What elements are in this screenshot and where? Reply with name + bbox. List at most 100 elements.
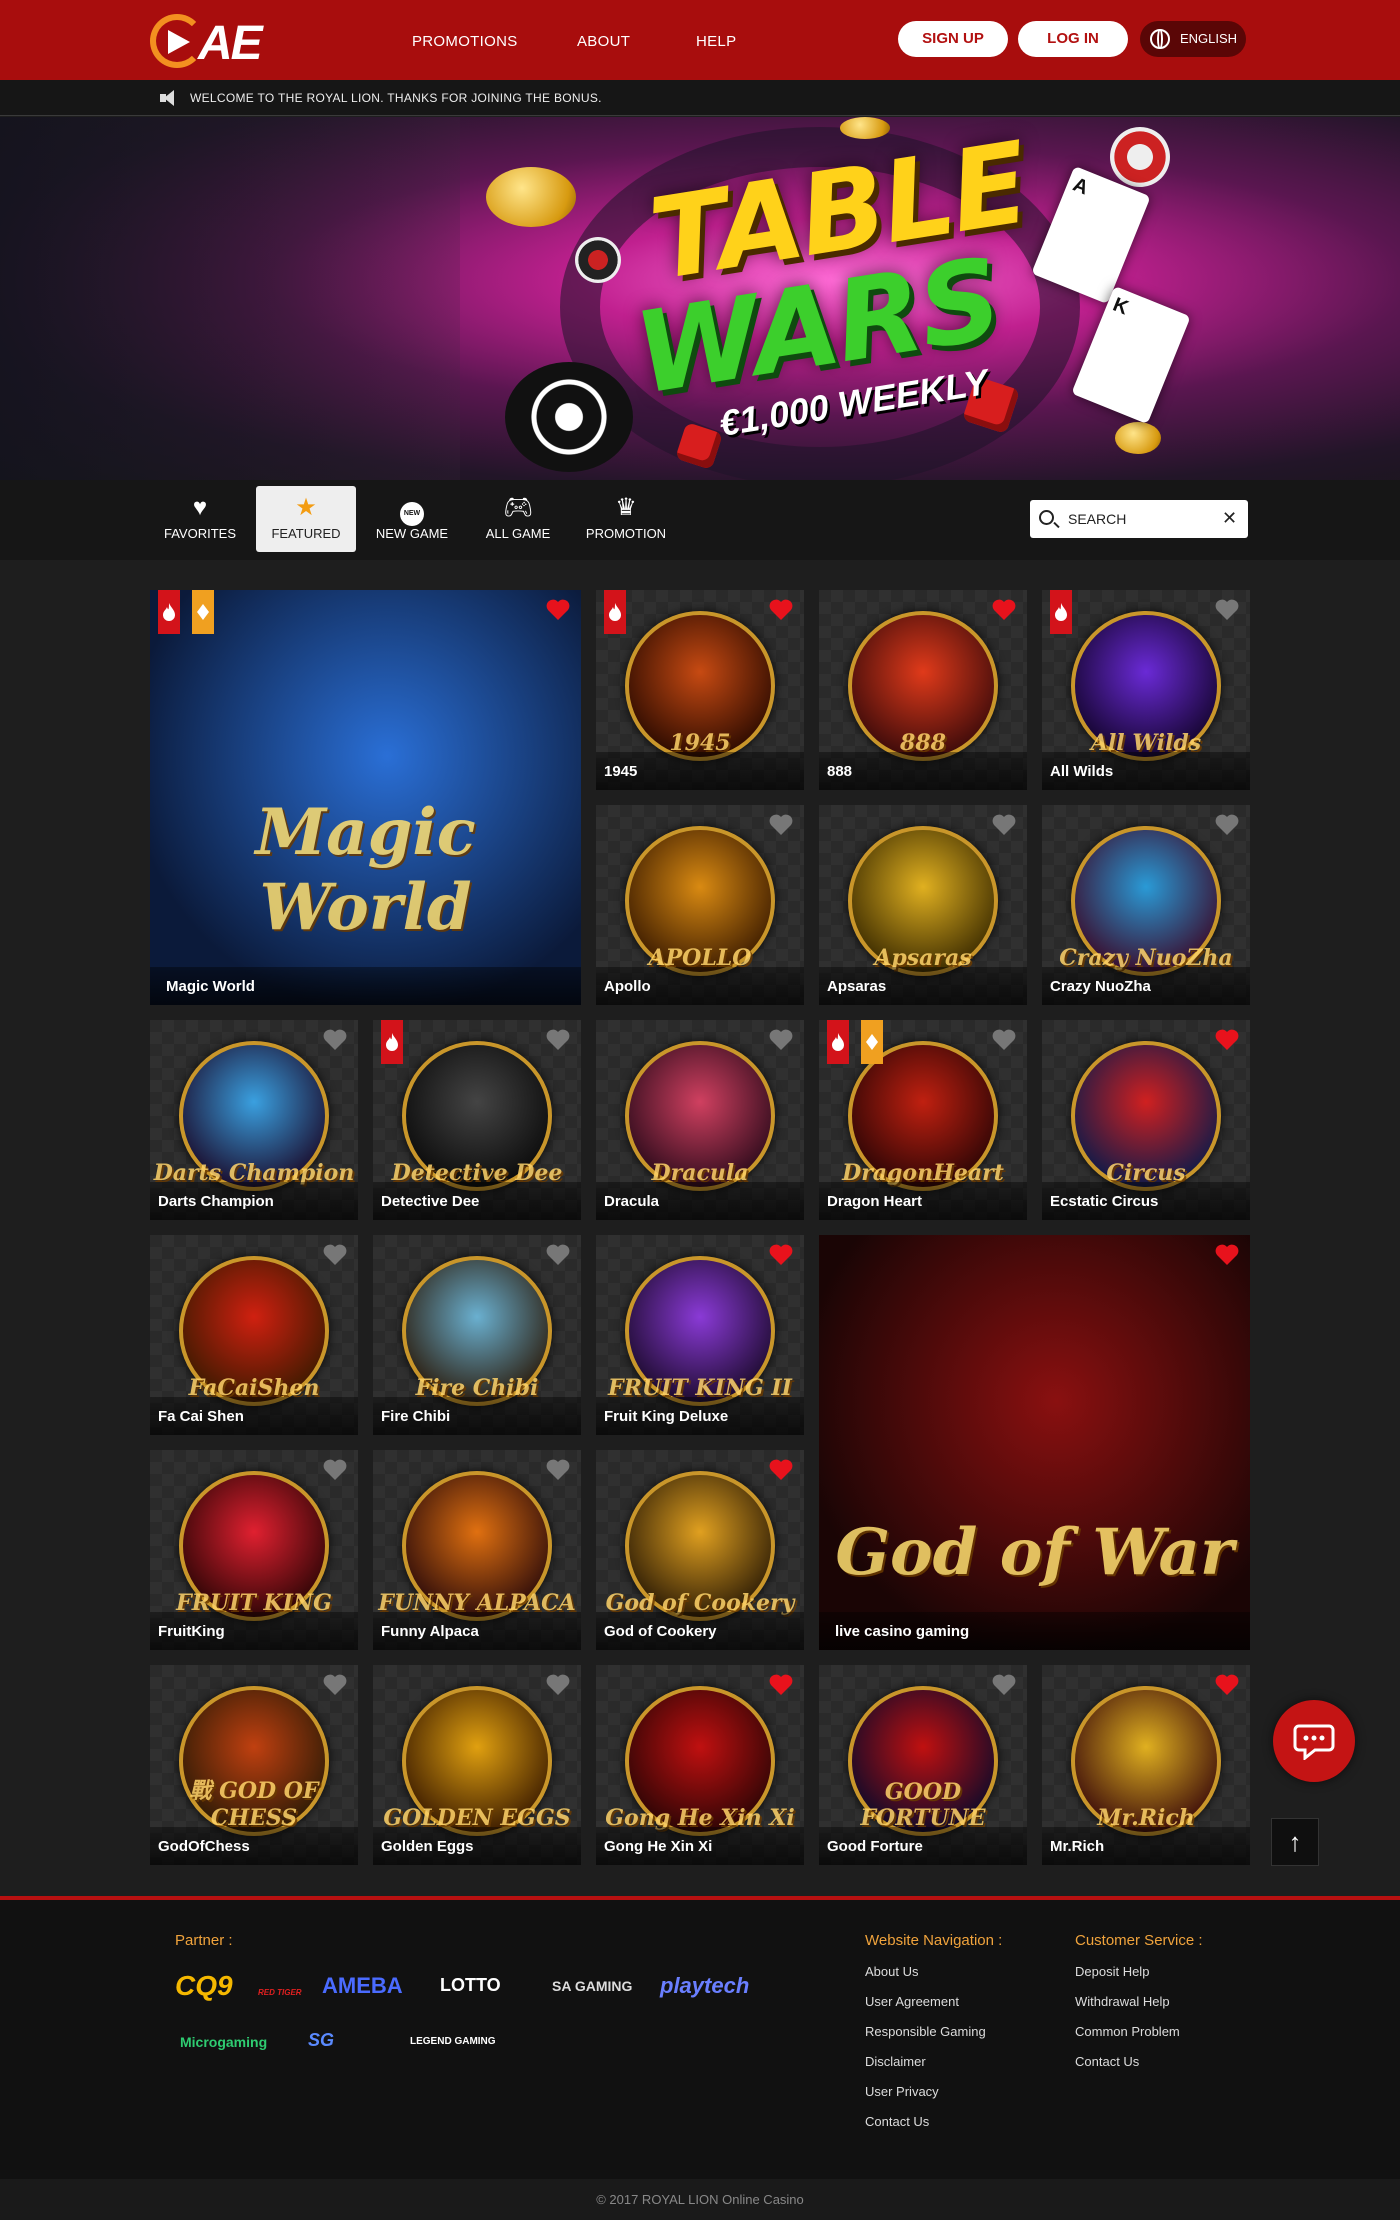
speaker-icon — [160, 90, 178, 106]
favorite-heart-icon[interactable] — [545, 598, 571, 622]
nav-heading: Website Navigation : — [865, 1932, 1003, 1949]
favorite-heart-icon[interactable] — [322, 1673, 348, 1697]
favorite-heart-icon[interactable] — [322, 1243, 348, 1267]
footer-link-user-agreement[interactable]: User Agreement — [865, 1994, 959, 2009]
hot-badge-icon — [158, 590, 180, 634]
game-tile-detective-dee[interactable]: Detective Dee Detective Dee — [373, 1020, 581, 1220]
tab-label: ALL GAME — [485, 526, 551, 541]
nav-help[interactable]: HELP — [696, 33, 736, 50]
game-name: Dracula — [596, 1182, 804, 1220]
promo-banner[interactable]: A K TABLE WARS €1,000 WEEKLY — [0, 117, 1400, 480]
footer-link-responsible-gaming[interactable]: Responsible Gaming — [865, 2024, 986, 2039]
star-icon: ★ — [295, 494, 317, 521]
game-tile-fa-cai-shen[interactable]: FaCaiShen Fa Cai Shen — [150, 1235, 358, 1435]
game-tile-fruitking[interactable]: FRUIT KING FruitKing — [150, 1450, 358, 1650]
game-tile-888[interactable]: 888 888 — [819, 590, 1027, 790]
tab-new-game[interactable]: NEW NEW GAME — [362, 486, 462, 552]
favorite-heart-icon[interactable] — [545, 1458, 571, 1482]
favorite-heart-icon[interactable] — [991, 813, 1017, 837]
favorite-heart-icon[interactable] — [545, 1028, 571, 1052]
game-tile-magic-world[interactable]: Magic World Magic World — [150, 590, 581, 1005]
footer-link-common-problem[interactable]: Common Problem — [1075, 2024, 1180, 2039]
game-tile-live-casino-gaming[interactable]: God of War live casino gaming — [819, 1235, 1250, 1650]
favorite-heart-icon[interactable] — [322, 1458, 348, 1482]
game-tile-all-wilds[interactable]: All Wilds All Wilds — [1042, 590, 1250, 790]
search-input[interactable] — [1068, 508, 1208, 530]
game-tile-darts-champion[interactable]: Darts Champion Darts Champion — [150, 1020, 358, 1220]
favorite-heart-icon[interactable] — [545, 1673, 571, 1697]
clear-search-icon[interactable]: ✕ — [1222, 508, 1237, 529]
favorite-heart-icon[interactable] — [768, 1243, 794, 1267]
partner-logo-sg: SG — [308, 2030, 335, 2050]
game-name: 888 — [819, 752, 1027, 790]
signup-button[interactable]: SIGN UP — [898, 21, 1008, 57]
nav-promotions[interactable]: PROMOTIONS — [412, 33, 518, 50]
footer-link-user-privacy[interactable]: User Privacy — [865, 2084, 939, 2099]
favorite-heart-icon[interactable] — [322, 1028, 348, 1052]
copyright: © 2017 ROYAL LION Online Casino — [0, 2179, 1400, 2220]
game-tile-mr-rich[interactable]: Mr.Rich Mr.Rich — [1042, 1665, 1250, 1865]
game-tile-dracula[interactable]: Dracula Dracula — [596, 1020, 804, 1220]
partner-logo-microgaming: Microgaming — [180, 2034, 268, 2050]
favorite-heart-icon[interactable] — [991, 1673, 1017, 1697]
game-tile-godofchess[interactable]: 戰 GOD OF CHESS GodOfChess — [150, 1665, 358, 1865]
game-artwork-title: GOOD FORTUNE — [860, 1779, 986, 1831]
tab-promotion[interactable]: ♛ PROMOTION — [576, 486, 676, 552]
game-tile-1945[interactable]: 1945 1945 — [596, 590, 804, 790]
crown-icon: ♛ — [615, 494, 637, 521]
game-tile-apollo[interactable]: APOLLO Apollo — [596, 805, 804, 1005]
favorite-heart-icon[interactable] — [991, 1028, 1017, 1052]
footer-link-about-us[interactable]: About Us — [865, 1964, 918, 1979]
game-tile-golden-eggs[interactable]: GOLDEN EGGS Golden Eggs — [373, 1665, 581, 1865]
footer-link-contact-us[interactable]: Contact Us — [865, 2114, 929, 2129]
favorite-heart-icon[interactable] — [768, 813, 794, 837]
partner-logo-legend-gaming: LEGEND GAMING — [410, 2036, 496, 2047]
tab-featured[interactable]: ★ FEATURED — [256, 486, 356, 552]
favorite-heart-icon[interactable] — [1214, 1028, 1240, 1052]
tab-label: NEW GAME — [375, 526, 449, 541]
favorite-heart-icon[interactable] — [1214, 1243, 1240, 1267]
game-tile-apsaras[interactable]: Apsaras Apsaras — [819, 805, 1027, 1005]
back-to-top-button[interactable]: ↑ — [1271, 1818, 1319, 1866]
favorite-heart-icon[interactable] — [768, 598, 794, 622]
site-footer: Partner : CQ9 RED TIGER AMEBA LOTTO SA G… — [0, 1896, 1400, 2179]
live-chat-button[interactable] — [1273, 1700, 1355, 1782]
gamepad-icon: 🎮︎ — [502, 494, 534, 521]
favorite-heart-icon[interactable] — [545, 1243, 571, 1267]
game-tile-god-of-cookery[interactable]: God of Cookery God of Cookery — [596, 1450, 804, 1650]
partner-logo-sa-gaming: SA GAMING — [552, 1978, 633, 1994]
gold-coin — [486, 167, 576, 227]
tab-all-game[interactable]: 🎮︎ ALL GAME — [468, 486, 568, 552]
nav-about[interactable]: ABOUT — [577, 33, 630, 50]
site-logo[interactable]: AE — [150, 12, 280, 70]
game-tile-ecstatic-circus[interactable]: Circus Ecstatic Circus — [1042, 1020, 1250, 1220]
partner-heading: Partner : — [175, 1932, 233, 1949]
game-tile-dragon-heart[interactable]: DragonHeart Dragon Heart — [819, 1020, 1027, 1220]
footer-link-withdrawal-help[interactable]: Withdrawal Help — [1075, 1994, 1170, 2009]
login-button[interactable]: LOG IN — [1018, 21, 1128, 57]
footer-link-service-contact-us[interactable]: Contact Us — [1075, 2054, 1139, 2069]
game-tile-funny-alpaca[interactable]: FUNNY ALPACA Funny Alpaca — [373, 1450, 581, 1650]
game-tile-gong-he-xin-xi[interactable]: Gong He Xin Xi Gong He Xin Xi — [596, 1665, 804, 1865]
footer-link-disclaimer[interactable]: Disclaimer — [865, 2054, 926, 2069]
favorite-heart-icon[interactable] — [768, 1028, 794, 1052]
game-name: FruitKing — [150, 1612, 358, 1650]
favorite-heart-icon[interactable] — [1214, 813, 1240, 837]
diamond-badge-icon — [861, 1020, 883, 1064]
game-tile-good-forture[interactable]: GOOD FORTUNE Good Forture — [819, 1665, 1027, 1865]
favorite-heart-icon[interactable] — [1214, 1673, 1240, 1697]
logo-text: AE — [198, 17, 263, 70]
favorite-heart-icon[interactable] — [1214, 598, 1240, 622]
game-name: Fa Cai Shen — [150, 1397, 358, 1435]
partner-logo-lotto: LOTTO — [440, 1975, 501, 1995]
game-tile-fruit-king-deluxe[interactable]: FRUIT KING II Fruit King Deluxe — [596, 1235, 804, 1435]
game-tile-fire-chibi[interactable]: Fire Chibi Fire Chibi — [373, 1235, 581, 1435]
game-name: Crazy NuoZha — [1042, 967, 1250, 1005]
tab-favorites[interactable]: ♥ FAVORITES — [150, 486, 250, 552]
game-tile-crazy-nuozha[interactable]: Crazy NuoZha Crazy NuoZha — [1042, 805, 1250, 1005]
favorite-heart-icon[interactable] — [768, 1458, 794, 1482]
language-selector[interactable]: ENGLISH — [1140, 21, 1246, 57]
favorite-heart-icon[interactable] — [991, 598, 1017, 622]
favorite-heart-icon[interactable] — [768, 1673, 794, 1697]
footer-link-deposit-help[interactable]: Deposit Help — [1075, 1964, 1149, 1979]
